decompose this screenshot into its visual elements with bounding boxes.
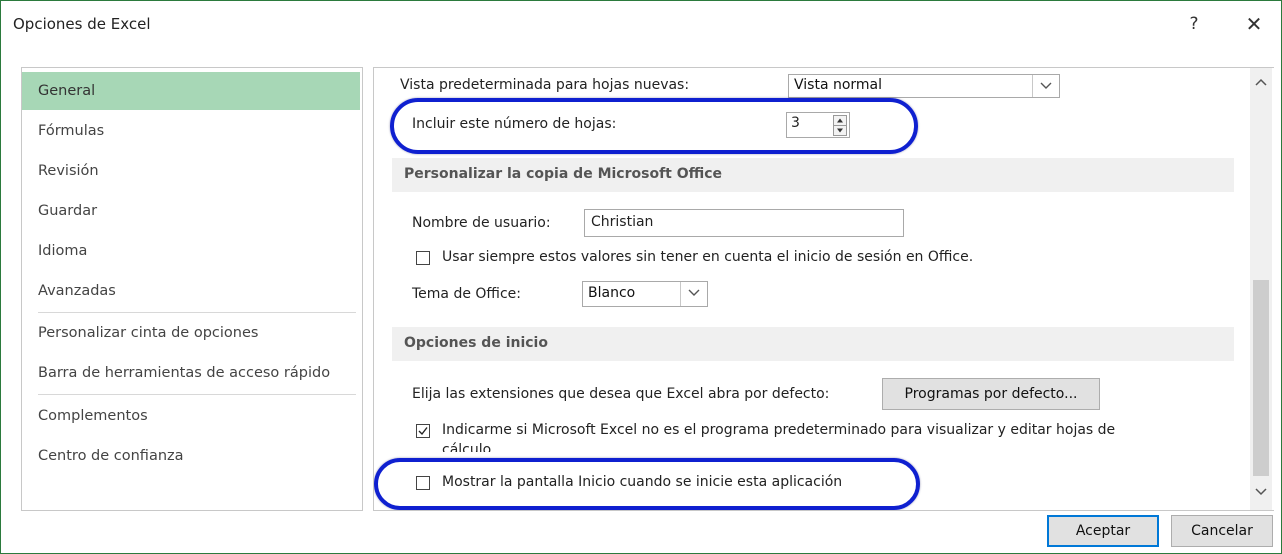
nav-item-idioma[interactable]: Idioma xyxy=(22,232,360,270)
always-use-checkbox[interactable] xyxy=(416,251,430,265)
office-theme-label: Tema de Office: xyxy=(412,286,521,302)
ok-button[interactable]: Aceptar xyxy=(1047,515,1159,547)
title-bar: Opciones de Excel ? ✕ xyxy=(1,1,1281,47)
nav-item-revision[interactable]: Revisión xyxy=(22,152,360,190)
highlight-oval xyxy=(374,458,920,510)
nav-item-guardar[interactable]: Guardar xyxy=(22,192,360,230)
default-view-value: Vista normal xyxy=(794,77,883,93)
nav-item-quick-access-toolbar[interactable]: Barra de herramientas de acceso rápido xyxy=(22,354,360,392)
default-view-select[interactable]: Vista normal xyxy=(788,74,1060,98)
cancel-button[interactable]: Cancelar xyxy=(1171,515,1273,547)
username-input[interactable]: Christian xyxy=(584,209,904,237)
highlight-oval xyxy=(390,98,918,154)
dialog-title: Opciones de Excel xyxy=(13,15,151,33)
options-nav: General Fórmulas Revisión Guardar Idioma… xyxy=(21,67,363,511)
default-view-label: Vista predeterminada para hojas nuevas: xyxy=(400,77,690,93)
nav-item-general[interactable]: General xyxy=(22,72,360,110)
chevron-down-icon[interactable] xyxy=(680,282,707,306)
office-theme-select[interactable]: Blanco xyxy=(582,281,708,307)
section-header-startup: Opciones de inicio xyxy=(392,327,1234,361)
scrollbar-thumb[interactable] xyxy=(1253,280,1269,476)
chevron-down-icon[interactable] xyxy=(1032,75,1059,97)
scroll-down-icon[interactable] xyxy=(1255,484,1267,496)
excel-options-dialog: Opciones de Excel ? ✕ General Fórmulas R… xyxy=(0,0,1282,554)
nav-divider xyxy=(38,394,356,395)
scroll-up-icon[interactable] xyxy=(1255,74,1267,86)
username-label: Nombre de usuario: xyxy=(412,215,551,231)
nav-item-formulas[interactable]: Fórmulas xyxy=(22,112,360,150)
nav-item-trust-center[interactable]: Centro de confianza xyxy=(22,437,360,475)
section-header-personalize: Personalizar la copia de Microsoft Offic… xyxy=(392,158,1234,192)
options-content: Vista predeterminada para hojas nuevas: … xyxy=(373,67,1274,511)
help-button[interactable]: ? xyxy=(1181,11,1207,37)
office-theme-value: Blanco xyxy=(588,285,636,301)
username-value: Christian xyxy=(591,214,654,230)
always-use-label: Usar siempre estos valores sin tener en … xyxy=(442,249,974,265)
nav-divider xyxy=(38,312,356,313)
section-title: Opciones de inicio xyxy=(404,335,548,351)
default-programs-button[interactable]: Programas por defecto... xyxy=(882,378,1100,410)
nav-item-complementos[interactable]: Complementos xyxy=(22,397,360,435)
extensions-label: Elija las extensiones que desea que Exce… xyxy=(412,386,830,402)
nav-item-avanzadas[interactable]: Avanzadas xyxy=(22,272,360,310)
notify-default-label-line2: cálculo. xyxy=(442,442,496,452)
content-scrollbar[interactable] xyxy=(1250,68,1272,510)
notify-default-checkbox[interactable] xyxy=(416,424,430,438)
section-title: Personalizar la copia de Microsoft Offic… xyxy=(404,166,723,182)
notify-default-label: Indicarme si Microsoft Excel no es el pr… xyxy=(442,422,1116,438)
nav-item-customize-ribbon[interactable]: Personalizar cinta de opciones xyxy=(22,314,360,352)
close-button[interactable]: ✕ xyxy=(1241,11,1267,37)
